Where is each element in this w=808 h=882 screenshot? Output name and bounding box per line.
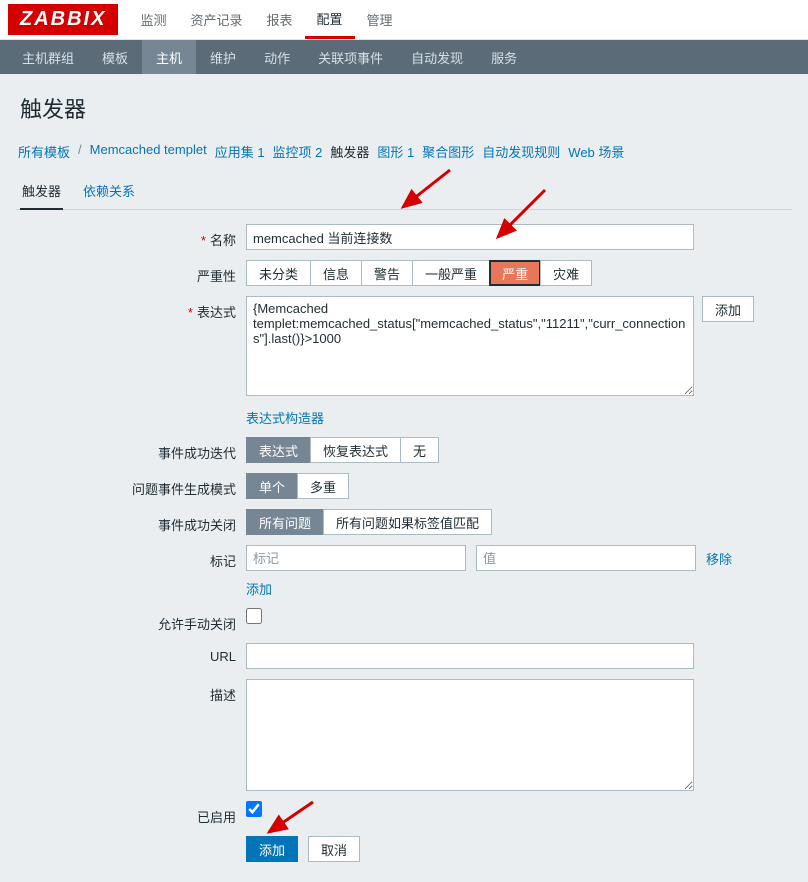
okclose-all[interactable]: 所有问题: [246, 509, 324, 535]
crumb-discovery[interactable]: 自动发现规则: [482, 142, 560, 161]
expression-textarea[interactable]: [246, 296, 694, 396]
sev-notclassified[interactable]: 未分类: [246, 260, 311, 286]
okgen-recovery[interactable]: 恢复表达式: [310, 437, 401, 463]
crumb-items[interactable]: 监控项 2: [273, 142, 323, 161]
label-expression: *表达式: [16, 296, 246, 427]
okgen-none[interactable]: 无: [400, 437, 439, 463]
crumb-template[interactable]: Memcached templet: [90, 142, 207, 161]
crumb-appset[interactable]: 应用集 1: [215, 142, 265, 161]
name-input[interactable]: [246, 224, 694, 250]
form-tabs: 触发器 依赖关系: [16, 175, 792, 210]
pm-single[interactable]: 单个: [246, 473, 298, 499]
crumb-triggers: 触发器: [330, 142, 369, 161]
label-url: URL: [16, 643, 246, 669]
page-title: 触发器: [20, 92, 792, 124]
submit-button[interactable]: 添加: [246, 836, 298, 862]
severity-group: 未分类 信息 警告 一般严重 严重 灾难: [246, 260, 592, 286]
trigger-form: *名称 严重性 未分类 信息 警告 一般严重 严重 灾难 *表达式: [16, 224, 792, 862]
okgen-expression[interactable]: 表达式: [246, 437, 311, 463]
label-name: *名称: [16, 224, 246, 250]
label-enabled: 已启用: [16, 801, 246, 826]
tag-remove-link[interactable]: 移除: [706, 549, 732, 568]
sev-disaster[interactable]: 灾难: [540, 260, 592, 286]
pm-multiple[interactable]: 多重: [297, 473, 349, 499]
tag-value-input[interactable]: [476, 545, 696, 571]
nav-inventory[interactable]: 资产记录: [178, 0, 254, 39]
subnav-templates[interactable]: 模板: [88, 40, 142, 74]
ok-close-group: 所有问题 所有问题如果标签值匹配: [246, 509, 492, 535]
app-root: ZABBIX 监测 资产记录 报表 配置 管理 主机群组 模板 主机 维护 动作…: [0, 0, 808, 882]
okclose-tagmatch[interactable]: 所有问题如果标签值匹配: [323, 509, 492, 535]
expression-add-button[interactable]: 添加: [702, 296, 754, 322]
problem-mode-group: 单个 多重: [246, 473, 349, 499]
label-severity: 严重性: [16, 260, 246, 286]
sev-info[interactable]: 信息: [310, 260, 362, 286]
enabled-checkbox[interactable]: [246, 801, 262, 817]
topbar: ZABBIX 监测 资产记录 报表 配置 管理: [0, 0, 808, 40]
crumb-agg[interactable]: 聚合图形: [422, 142, 474, 161]
sev-high[interactable]: 严重: [489, 260, 541, 286]
url-input[interactable]: [246, 643, 694, 669]
nav-reports[interactable]: 报表: [254, 0, 304, 39]
crumb-web[interactable]: Web 场景: [568, 142, 624, 161]
crumb-all-templates[interactable]: 所有模板: [18, 142, 70, 161]
label-ok-close: 事件成功关闭: [16, 509, 246, 535]
manual-close-checkbox[interactable]: [246, 608, 262, 624]
form-actions: 添加 取消: [246, 836, 792, 862]
tag-name-input[interactable]: [246, 545, 466, 571]
crumb-graphs[interactable]: 图形 1: [377, 142, 414, 161]
nav-admin[interactable]: 管理: [355, 0, 405, 39]
logo: ZABBIX: [8, 4, 118, 35]
content: 触发器 所有模板 / Memcached templet 应用集 1 监控项 2…: [0, 74, 808, 882]
breadcrumb: 所有模板 / Memcached templet 应用集 1 监控项 2 触发器…: [18, 142, 792, 161]
tag-row: 移除: [246, 545, 732, 571]
tab-dependencies[interactable]: 依赖关系: [81, 175, 137, 209]
cancel-button[interactable]: 取消: [308, 836, 360, 862]
label-ok-event-gen: 事件成功迭代: [16, 437, 246, 463]
top-nav: 监测 资产记录 报表 配置 管理: [128, 0, 404, 39]
expression-builder-link[interactable]: 表达式构造器: [246, 408, 324, 427]
tab-trigger[interactable]: 触发器: [20, 175, 63, 210]
crumb-sep: /: [78, 142, 82, 161]
sub-nav: 主机群组 模板 主机 维护 动作 关联项事件 自动发现 服务: [0, 40, 808, 74]
sev-warning[interactable]: 警告: [361, 260, 413, 286]
subnav-correlation[interactable]: 关联项事件: [304, 40, 397, 74]
subnav-hosts[interactable]: 主机: [142, 40, 196, 74]
sev-average[interactable]: 一般严重: [412, 260, 490, 286]
label-tags: 标记: [16, 545, 246, 598]
subnav-maintenance[interactable]: 维护: [196, 40, 250, 74]
ok-event-gen-group: 表达式 恢复表达式 无: [246, 437, 439, 463]
nav-configuration[interactable]: 配置: [305, 0, 355, 39]
subnav-discovery[interactable]: 自动发现: [397, 40, 477, 74]
subnav-services[interactable]: 服务: [477, 40, 531, 74]
label-desc: 描述: [16, 679, 246, 791]
description-textarea[interactable]: [246, 679, 694, 791]
nav-monitoring[interactable]: 监测: [128, 0, 178, 39]
label-manual-close: 允许手动关闭: [16, 608, 246, 633]
subnav-hostgroups[interactable]: 主机群组: [8, 40, 88, 74]
label-problem-mode: 问题事件生成模式: [16, 473, 246, 499]
tag-add-link[interactable]: 添加: [246, 579, 272, 598]
subnav-actions[interactable]: 动作: [250, 40, 304, 74]
